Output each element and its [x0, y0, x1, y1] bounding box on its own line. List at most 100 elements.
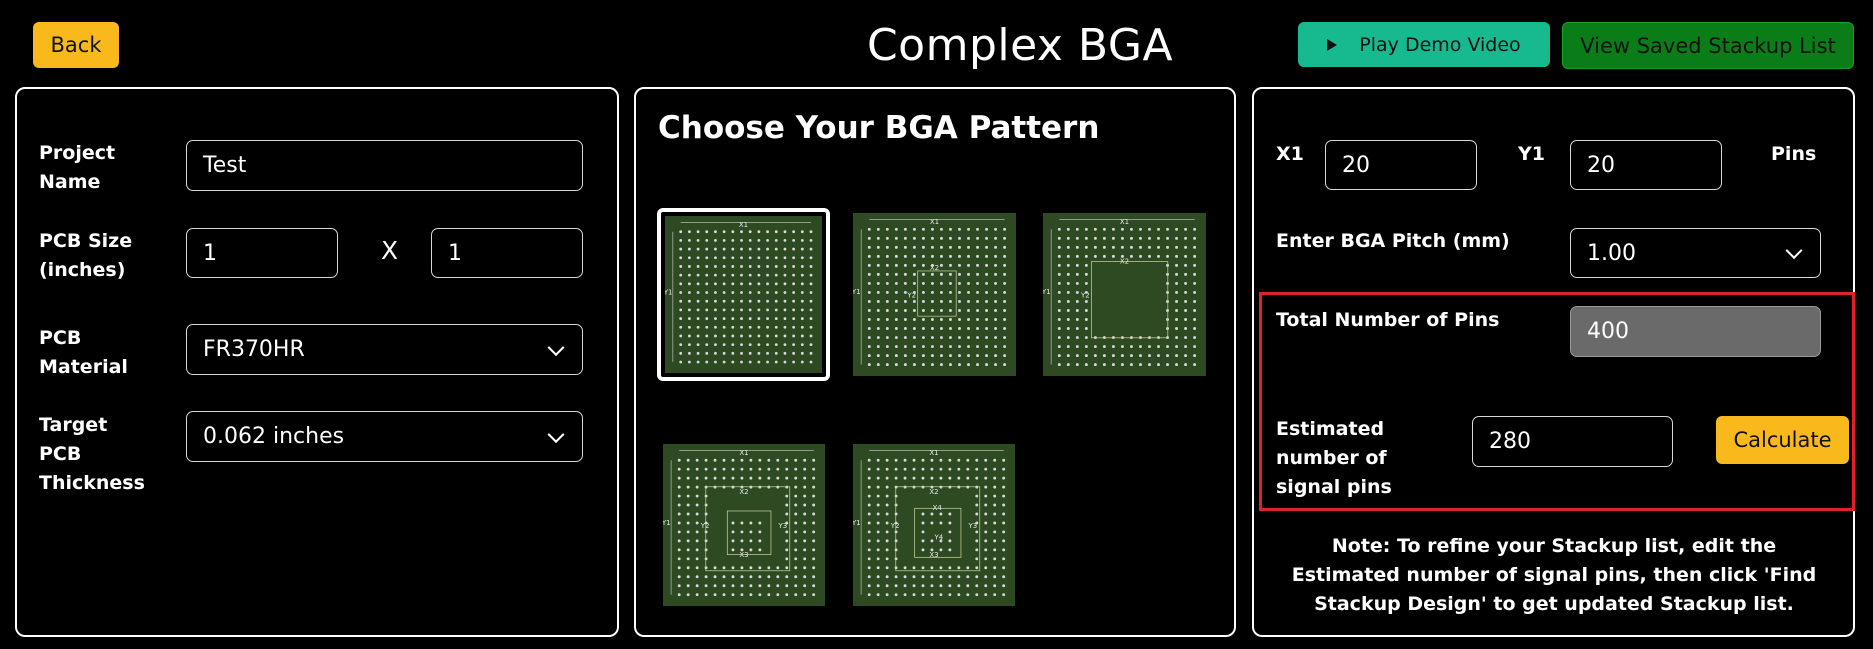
- bga-ball: [687, 230, 691, 234]
- calculate-button[interactable]: Calculate: [1716, 416, 1849, 464]
- bga-ball: [1093, 345, 1097, 349]
- bga-pattern-3[interactable]: X1 Y1 X2 Y2: [1043, 213, 1206, 376]
- bga-ball: [957, 584, 961, 588]
- bga-pattern-1[interactable]: X1 Y1: [657, 208, 830, 381]
- bga-ball: [686, 593, 690, 597]
- bga-ball: [930, 309, 934, 312]
- bga-ball: [679, 317, 683, 320]
- bga-ball: [876, 345, 880, 349]
- bga-ball: [748, 291, 752, 294]
- bga-ball: [1075, 290, 1079, 294]
- bga-ball: [921, 236, 925, 240]
- bga-ball: [1002, 566, 1006, 570]
- bga-ball: [1075, 299, 1079, 303]
- bga-dimension-label-x1: X1: [739, 221, 748, 229]
- bga-ball: [705, 334, 709, 338]
- bga-ball: [1129, 236, 1133, 240]
- bga-ball: [803, 566, 807, 570]
- view-saved-stackup-list-button[interactable]: View Saved Stackup List: [1562, 22, 1854, 69]
- bga-ball: [731, 566, 735, 570]
- bga-ball: [966, 593, 970, 597]
- bga-ball: [876, 557, 880, 561]
- y1-label: Y1: [1518, 143, 1545, 165]
- bga-ball: [695, 503, 699, 507]
- pcb-material-select[interactable]: FR370HR: [186, 324, 583, 375]
- bga-ball: [748, 256, 752, 260]
- bga-ball: [766, 230, 769, 234]
- bga-ball: [803, 584, 807, 588]
- bga-ball: [994, 281, 998, 285]
- bga-ball: [985, 354, 989, 358]
- signal-pins-label: Estimated number of signal pins: [1276, 418, 1392, 498]
- bga-ball: [809, 325, 813, 329]
- bga-ball: [714, 299, 717, 303]
- bga-ball: [885, 548, 889, 552]
- bga-ball: [757, 230, 761, 234]
- bga-ball: [985, 290, 989, 294]
- bga-ball: [885, 318, 889, 321]
- target-thickness-select[interactable]: 0.062 inches: [186, 411, 583, 462]
- bga-ball: [785, 494, 789, 498]
- play-demo-video-button[interactable]: Play Demo Video: [1298, 22, 1550, 67]
- bga-ball: [686, 557, 690, 561]
- bga-ball: [1093, 236, 1097, 240]
- bga-ball: [912, 566, 916, 570]
- bga-ball: [885, 557, 889, 561]
- pcb-size-y-input[interactable]: 1: [431, 228, 583, 278]
- bga-pitch-select[interactable]: 1.00: [1570, 228, 1821, 278]
- bga-ball: [1003, 309, 1007, 312]
- bga-ball: [984, 467, 988, 471]
- y1-input[interactable]: 20: [1570, 140, 1722, 190]
- bga-ball: [785, 476, 789, 480]
- bga-ball: [783, 299, 787, 303]
- bga-ball: [994, 290, 998, 294]
- bga-ball: [993, 539, 997, 543]
- bga-ball: [912, 363, 916, 367]
- bga-ball: [949, 263, 952, 267]
- bga-ball: [867, 290, 871, 294]
- bga-ball: [994, 336, 998, 339]
- bga-ball: [748, 317, 752, 320]
- bga-ball: [1193, 299, 1197, 303]
- bga-ball: [722, 291, 726, 294]
- bga-ball: [731, 458, 735, 462]
- bga-ball: [740, 593, 744, 597]
- bga-ball: [767, 467, 771, 471]
- bga-pattern-2[interactable]: X1 Y1 X2 Y2: [853, 213, 1016, 376]
- bga-ball: [1193, 263, 1197, 267]
- bga-ball: [1066, 254, 1070, 258]
- project-name-input[interactable]: Test: [186, 140, 583, 191]
- bga-ball: [714, 308, 717, 312]
- bga-ball: [722, 458, 726, 462]
- bga-ball: [912, 575, 916, 579]
- bga-ball: [1175, 345, 1179, 349]
- bga-ball: [809, 273, 813, 277]
- bga-ball: [766, 360, 769, 364]
- bga-pattern-5[interactable]: X1 Y1 X2 Y2 X3 Y3 X4 Y4: [853, 444, 1015, 606]
- bga-ball: [1084, 263, 1088, 267]
- pcb-size-x-input[interactable]: 1: [186, 228, 338, 278]
- bga-ball: [1057, 327, 1061, 330]
- bga-ball: [912, 236, 916, 240]
- bga-ball: [912, 254, 916, 258]
- bga-ball: [930, 363, 934, 367]
- bga-ball: [876, 227, 880, 231]
- bga-ball: [912, 318, 916, 321]
- bga-ball: [800, 308, 804, 312]
- bga-ball: [1003, 345, 1007, 349]
- bga-ball: [921, 227, 925, 231]
- x1-input[interactable]: 20: [1325, 140, 1477, 190]
- signal-pins-input[interactable]: 280: [1472, 416, 1673, 467]
- bga-ball: [876, 458, 880, 462]
- bga-ball: [1148, 227, 1151, 231]
- bga-ball: [785, 575, 789, 579]
- bga-ball: [731, 299, 735, 303]
- bga-ball: [774, 360, 778, 364]
- bga-ball: [1175, 363, 1179, 367]
- bga-ball: [949, 290, 952, 294]
- bga-pattern-4[interactable]: X1 Y1 X2 Y2 X3 Y3: [663, 444, 825, 606]
- bga-ball: [921, 281, 925, 285]
- bga-ball: [975, 584, 979, 588]
- bga-ball: [1066, 272, 1070, 276]
- bga-ball: [976, 254, 979, 258]
